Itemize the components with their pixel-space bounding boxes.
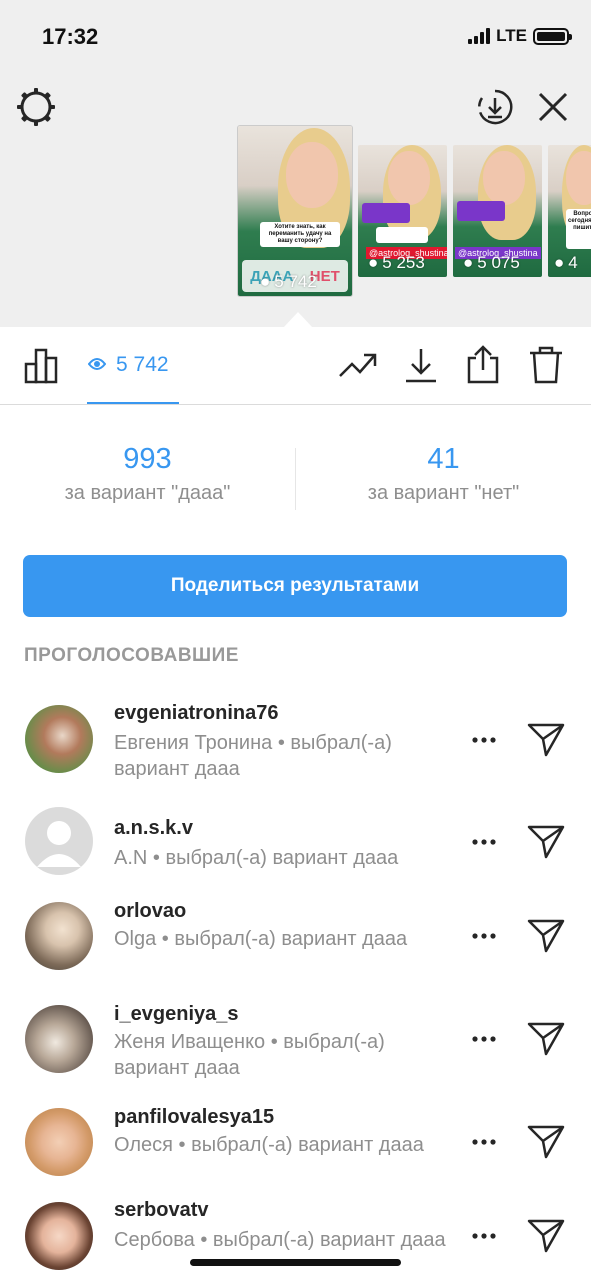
voter-row[interactable]: serbovatv Сербова • выбрал(-а) вариант д…: [0, 1199, 591, 1280]
voter-row[interactable]: orlovao Olga • выбрал(-а) вариант дааа: [0, 898, 591, 988]
eye-icon: [87, 353, 107, 377]
story-views: ● 5 253: [368, 253, 425, 272]
more-options-icon[interactable]: [466, 830, 502, 854]
poll-result-yes: 993 за вариант "дааа": [0, 440, 295, 505]
poll-result-count: 993: [123, 443, 172, 475]
story-thumbnail[interactable]: @astrolog_shustina ● 5 253: [358, 145, 447, 277]
avatar[interactable]: [25, 902, 93, 970]
voter-username[interactable]: panfilovalesya15: [114, 1106, 274, 1129]
voter-username[interactable]: evgeniatronina76: [114, 702, 279, 725]
voter-row[interactable]: i_evgeniya_s Женя Иващенко • выбрал(-а) …: [0, 1001, 591, 1091]
voter-row[interactable]: evgeniatronina76 Евгения Тронина • выбра…: [0, 700, 591, 790]
voter-subtitle: Евгения Тронина • выбрал(-а) вариант даа…: [114, 732, 392, 780]
avatar[interactable]: [25, 807, 93, 875]
story-views: ● 5 742: [260, 272, 317, 291]
more-options-icon[interactable]: [466, 728, 502, 752]
avatar[interactable]: [25, 1202, 93, 1270]
avatar[interactable]: [25, 705, 93, 773]
eye-icon: ●: [463, 253, 474, 272]
trend-icon[interactable]: [337, 345, 379, 385]
story-insights-toolbar: 5 742: [0, 327, 591, 405]
voter-subtitle: Сербова • выбрал(-а) вариант дааа: [114, 1229, 446, 1251]
voter-username[interactable]: i_evgeniya_s: [114, 1003, 239, 1026]
avatar[interactable]: [25, 1108, 93, 1176]
more-options-icon[interactable]: [466, 1224, 502, 1248]
home-indicator[interactable]: [190, 1259, 401, 1266]
network-label: LTE: [496, 26, 527, 45]
story-card: [457, 201, 505, 221]
voter-subtitle: Olga • выбрал(-а) вариант дааа: [114, 928, 408, 950]
download-circle-icon[interactable]: [476, 88, 514, 126]
poll-result-label: за вариант "нет": [367, 482, 520, 504]
views-tab[interactable]: 5 742: [87, 353, 169, 377]
send-message-icon[interactable]: [526, 822, 566, 862]
status-indicators: LTE: [468, 26, 572, 46]
download-icon[interactable]: [401, 345, 441, 385]
story-thumbnail-selected[interactable]: Хотите знать, как переманить удачу на ва…: [238, 126, 352, 296]
active-tab-indicator: [87, 402, 179, 404]
voter-subtitle: Олеся • выбрал(-а) вариант дааа: [114, 1134, 424, 1156]
story-card: [362, 203, 410, 223]
voter-username[interactable]: orlovao: [114, 900, 186, 923]
voter-row[interactable]: panfilovalesya15 Олеся • выбрал(-а) вари…: [0, 1104, 591, 1194]
more-options-icon[interactable]: [466, 924, 502, 948]
story-thumbnail[interactable]: @astrolog_shustina ● 5 075: [453, 145, 542, 277]
close-x-icon[interactable]: [534, 88, 572, 126]
status-bar: 17:32 LTE: [0, 0, 591, 70]
eye-icon: ●: [260, 272, 271, 291]
bar-chart-icon[interactable]: [22, 345, 62, 385]
story-views: ● 5 075: [463, 253, 520, 272]
story-card-text: Вопросы сегодняшнего пишите в: [566, 209, 591, 249]
share-icon[interactable]: [463, 345, 503, 385]
selected-story-pointer: [283, 312, 313, 328]
story-thumbnail[interactable]: Вопросы сегодняшнего пишите в ● 4: [548, 145, 591, 277]
more-options-icon[interactable]: [466, 1027, 502, 1051]
status-time: 17:32: [42, 24, 99, 49]
default-avatar-icon: [37, 821, 81, 867]
send-message-icon[interactable]: [526, 916, 566, 956]
eye-icon: ●: [368, 253, 379, 272]
story-card: [376, 227, 428, 243]
signal-icon: [468, 28, 491, 44]
story-carousel-panel: 17:32 LTE Хотите знать, как переманить у…: [0, 0, 591, 328]
send-message-icon[interactable]: [526, 1216, 566, 1256]
eye-icon: ●: [554, 253, 565, 272]
views-count: 5 742: [116, 353, 169, 376]
story-views: ● 4: [554, 253, 578, 272]
avatar[interactable]: [25, 1005, 93, 1073]
more-options-icon[interactable]: [466, 1130, 502, 1154]
send-message-icon[interactable]: [526, 1122, 566, 1162]
poll-result-label: за вариант "дааа": [64, 482, 231, 504]
send-message-icon[interactable]: [526, 720, 566, 760]
settings-gear-icon[interactable]: [16, 87, 56, 127]
send-message-icon[interactable]: [526, 1019, 566, 1059]
poll-result-no: 41 за вариант "нет": [296, 440, 591, 505]
story-card-text: Хотите знать, как переманить удачу на ва…: [260, 222, 340, 247]
share-results-button[interactable]: Поделиться результатами: [23, 555, 567, 617]
voter-subtitle: A.N • выбрал(-а) вариант дааа: [114, 847, 399, 869]
voter-row[interactable]: a.n.s.k.v A.N • выбрал(-а) вариант дааа: [0, 807, 591, 897]
voter-username[interactable]: serbovatv: [114, 1199, 209, 1222]
poll-results: 993 за вариант "дааа" 41 за вариант "нет…: [0, 440, 591, 520]
battery-icon: [533, 27, 572, 45]
poll-result-count: 41: [427, 443, 460, 475]
voters-section-title: ПРОГОЛОСОВАВШИЕ: [24, 645, 239, 666]
trash-icon[interactable]: [526, 345, 566, 385]
voter-subtitle: Женя Иващенко • выбрал(-а) вариант дааа: [114, 1031, 385, 1079]
voter-username[interactable]: a.n.s.k.v: [114, 817, 193, 840]
